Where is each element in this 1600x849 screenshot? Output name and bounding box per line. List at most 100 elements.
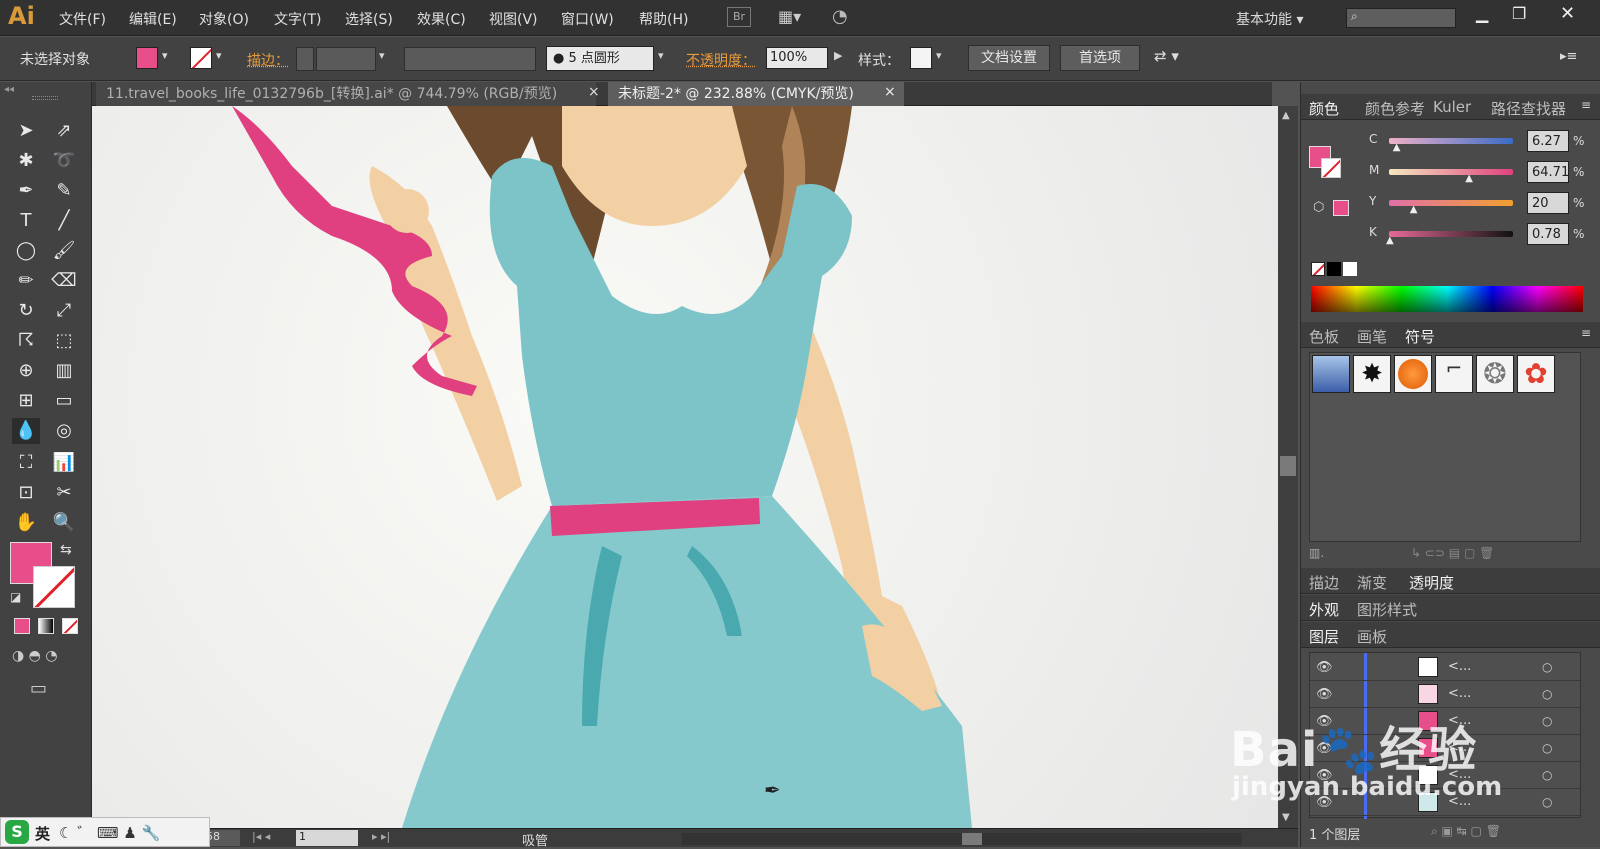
layer-row[interactable]: 👁 <... ○	[1310, 682, 1580, 708]
target-circle-icon[interactable]: ○	[1542, 660, 1552, 674]
channel-slider[interactable]	[1389, 231, 1513, 237]
free-transform-icon[interactable]: ⬚	[50, 328, 78, 354]
arrange-icon[interactable]: ⇄ ▾	[1154, 47, 1179, 65]
stroke-none-swatch[interactable]	[190, 47, 212, 69]
ime-mode[interactable]: 英	[35, 823, 50, 844]
symbol-blue-banner[interactable]	[1312, 355, 1350, 393]
symbol-wreath[interactable]: ❂	[1476, 355, 1514, 393]
tab-symbols[interactable]: 符号	[1405, 326, 1435, 347]
menu-object[interactable]: 对象(O)	[199, 9, 249, 29]
curvature-tool-icon[interactable]: ✎	[50, 178, 78, 204]
menu-window[interactable]: 窗口(W)	[561, 9, 614, 29]
paintbrush-icon[interactable]: 🖌	[50, 238, 78, 264]
document-setup-button[interactable]: 文档设置	[968, 45, 1050, 71]
ellipse-tool-icon[interactable]: ◯	[12, 238, 40, 264]
magic-wand-icon[interactable]: ✱	[12, 148, 40, 174]
default-colors-icon[interactable]: ◪	[10, 590, 21, 604]
tab-graphic-styles[interactable]: 图形样式	[1357, 599, 1417, 620]
stroke-weight-input[interactable]	[316, 47, 376, 71]
none-mode-icon[interactable]	[62, 618, 78, 634]
symbol-actions-icons[interactable]: ↳ ⊂⊃ ▤ ▢ 🗑	[1411, 546, 1494, 560]
none-swatch[interactable]	[1311, 262, 1325, 276]
tab-untitled-2[interactable]: 未标题-2* @ 232.88% (CMYK/预览)	[608, 82, 904, 106]
lasso-icon[interactable]: ➰	[50, 148, 78, 174]
line-tool-icon[interactable]: ╱	[50, 208, 78, 234]
menu-help[interactable]: 帮助(H)	[639, 9, 688, 29]
blend-tool-icon[interactable]: ◎	[50, 418, 78, 444]
tab-close-icon[interactable]: ×	[884, 84, 896, 100]
gradient-tool-icon[interactable]: ▭	[50, 388, 78, 414]
symbol-orange-button[interactable]	[1394, 355, 1432, 393]
variable-width-select[interactable]	[404, 47, 536, 71]
layer-name[interactable]: <...	[1448, 659, 1471, 674]
minimize-icon[interactable]: ▁	[1476, 4, 1488, 23]
color-panel-stroke[interactable]	[1321, 158, 1341, 178]
rotate-tool-icon[interactable]: ↻	[12, 298, 40, 324]
tab-kuler[interactable]: Kuler	[1433, 98, 1471, 116]
arrange-docs-icon[interactable]: ▦▾	[778, 7, 812, 27]
close-window-icon[interactable]: ✕	[1560, 3, 1575, 24]
style-dropdown-icon[interactable]: ▾	[936, 49, 942, 62]
page-nav-icons[interactable]: |◂ ◂	[252, 830, 270, 843]
opacity-input[interactable]: 100%	[766, 47, 828, 69]
symbol-flower[interactable]: ✿	[1517, 355, 1555, 393]
graph-tool-icon[interactable]: 📊	[50, 450, 78, 476]
page-next-icons[interactable]: ▸ ▸|	[372, 830, 390, 843]
tab-close-icon[interactable]: ×	[588, 84, 600, 100]
layer-actions-icons[interactable]: ⌕ ▣ ↹ ▢ 🗑	[1431, 824, 1501, 839]
brush-dropdown-icon[interactable]: ▾	[658, 49, 664, 62]
artboard-canvas[interactable]: ✒	[92, 106, 1278, 828]
symbol-splatter[interactable]: ✸	[1353, 355, 1391, 393]
fill-dropdown-icon[interactable]: ▾	[162, 49, 168, 62]
scale-tool-icon[interactable]: ⤢	[50, 298, 78, 324]
stroke-dropdown-icon[interactable]: ▾	[216, 49, 222, 62]
visibility-eye-icon[interactable]: 👁	[1316, 660, 1333, 675]
draw-mode-icons[interactable]: ◑ ◓ ◔	[12, 648, 58, 664]
color-spectrum[interactable]	[1311, 286, 1583, 312]
preferences-button[interactable]: 首选项	[1060, 45, 1140, 71]
workspace-switcher[interactable]: 基本功能 ▾	[1236, 9, 1303, 29]
target-circle-icon[interactable]: ○	[1542, 768, 1552, 782]
horizontal-scrollbar[interactable]	[682, 833, 1242, 845]
slider-handle-icon[interactable]: ▲	[1410, 204, 1418, 215]
visibility-eye-icon[interactable]: 👁	[1316, 687, 1333, 702]
symbol-frame[interactable]: ⌐	[1435, 355, 1473, 393]
collapse-icon[interactable]: ◂◂	[4, 84, 14, 95]
stroke-weight-dropdown-icon[interactable]: ▾	[379, 49, 385, 62]
scroll-up-icon[interactable]: ▲	[1282, 110, 1290, 121]
opacity-label[interactable]: 不透明度：	[686, 50, 756, 70]
zoom-tool-icon[interactable]: 🔍	[50, 510, 78, 536]
brush-select[interactable]: ● 5 点圆形	[546, 46, 654, 71]
gpu-icon[interactable]: ◔	[832, 6, 848, 27]
pen-tool-icon[interactable]: ✒	[12, 178, 40, 204]
pencil-icon[interactable]: ✏	[12, 268, 40, 294]
layer-name[interactable]: <...	[1448, 686, 1471, 701]
selection-tool-icon[interactable]: ➤	[12, 118, 40, 144]
color-mode-icon[interactable]	[14, 618, 30, 634]
white-swatch[interactable]	[1343, 262, 1357, 276]
stroke-label[interactable]: 描边：	[247, 50, 289, 70]
target-circle-icon[interactable]: ○	[1542, 687, 1552, 701]
symbol-library-icon[interactable]: ▥.	[1309, 546, 1324, 560]
artboard-tool-icon[interactable]: ⊡	[12, 480, 40, 506]
slider-handle-icon[interactable]: ▲	[1386, 235, 1394, 246]
eraser-icon[interactable]: ⌫	[50, 268, 78, 294]
hand-tool-icon[interactable]: ✋	[12, 510, 40, 536]
restore-icon[interactable]: ❐	[1512, 4, 1526, 23]
swap-colors-icon[interactable]: ⇆	[60, 542, 72, 558]
layer-row[interactable]: 👁 <... ○	[1310, 655, 1580, 681]
symbol-sprayer-icon[interactable]: ⛶	[12, 450, 40, 476]
tab-swatches[interactable]: 色板	[1309, 326, 1339, 347]
channel-slider[interactable]	[1389, 200, 1513, 206]
tab-color[interactable]: 颜色	[1309, 98, 1339, 119]
tab-artboards[interactable]: 画板	[1357, 626, 1387, 647]
warp-tool-icon[interactable]: ☈	[12, 328, 40, 354]
fill-swatch[interactable]	[136, 47, 158, 69]
sogou-logo-icon[interactable]: S	[5, 820, 29, 844]
menu-file[interactable]: 文件(F)	[59, 9, 106, 29]
tab-brushes[interactable]: 画笔	[1357, 326, 1387, 347]
menu-select[interactable]: 选择(S)	[345, 9, 393, 29]
style-swatch[interactable]	[910, 47, 932, 69]
opacity-arrow-icon[interactable]: ▶	[834, 49, 842, 62]
menu-effect[interactable]: 效果(C)	[417, 9, 466, 29]
